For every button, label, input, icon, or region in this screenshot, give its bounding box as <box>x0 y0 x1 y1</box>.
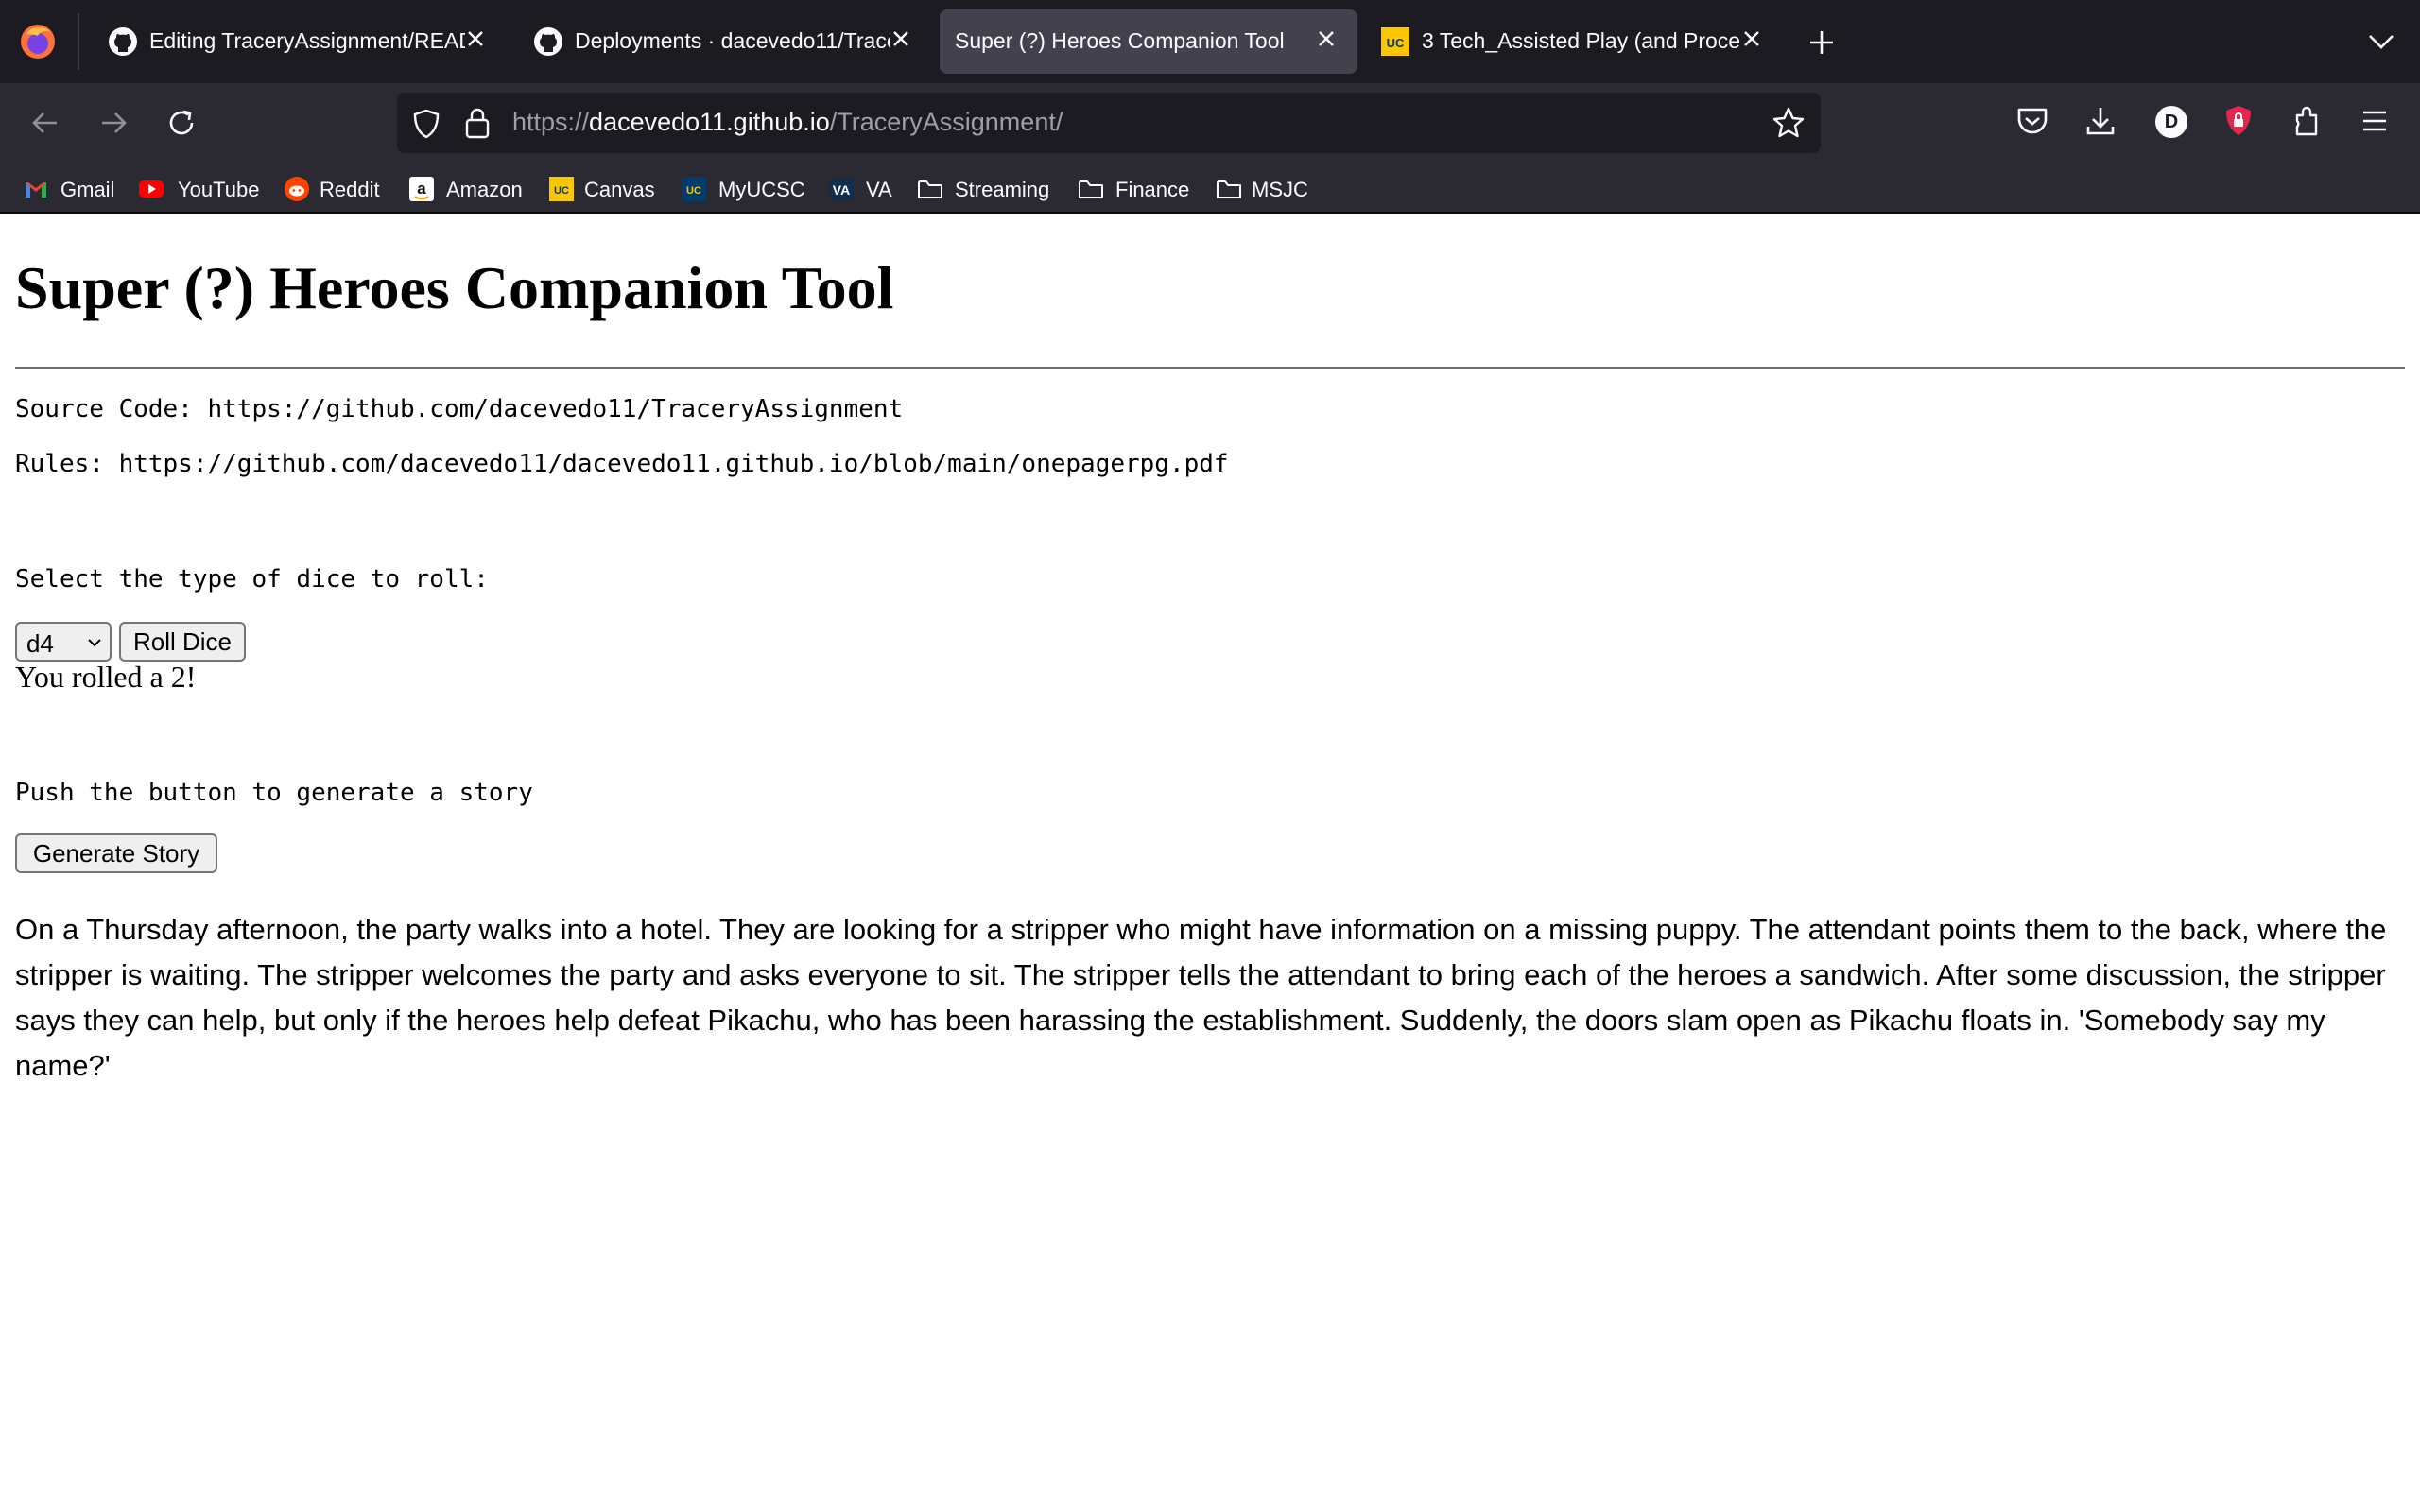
bookmark-label: Canvas <box>584 178 655 201</box>
tab-strip: Editing TraceryAssignment/README Deploym… <box>0 0 2420 83</box>
ucsc-icon: UC <box>549 177 574 201</box>
url-text[interactable]: https://dacevedo11.github.io/TraceryAssi… <box>512 108 1063 137</box>
navigation-toolbar: https://dacevedo11.github.io/TraceryAssi… <box>0 83 2420 163</box>
bookmark-label: VA <box>866 178 892 201</box>
lock-icon[interactable] <box>461 106 493 140</box>
back-arrow-icon[interactable] <box>26 104 64 142</box>
url-host: dacevedo11.github.io <box>589 108 830 136</box>
story-text: On a Thursday afternoon, the party walks… <box>15 913 2387 1082</box>
svg-text:UC: UC <box>1387 36 1405 50</box>
amazon-icon: a <box>409 177 434 201</box>
gmail-icon <box>26 182 46 198</box>
chevron-down-icon[interactable] <box>2365 28 2397 55</box>
folder-icon <box>1079 180 1103 198</box>
folder-icon <box>918 180 942 198</box>
bookmark-label: YouTube <box>178 178 260 201</box>
reload-icon[interactable] <box>163 104 200 142</box>
roll-dice-button[interactable]: Roll Dice <box>119 622 246 662</box>
url-bar[interactable]: https://dacevedo11.github.io/TraceryAssi… <box>397 93 1821 153</box>
roll-result-text: You rolled a 2! <box>15 660 197 694</box>
story-prompt: Push the button to generate a story <box>15 779 533 807</box>
bookmark-label: Finance <box>1115 178 1190 201</box>
bookmark-label: Streaming <box>955 178 1050 201</box>
youtube-icon <box>139 180 164 198</box>
svg-text:UC: UC <box>554 185 569 197</box>
menu-hamburger-icon[interactable] <box>2356 102 2394 140</box>
close-icon[interactable] <box>1737 25 1766 53</box>
chevron-down-icon <box>88 639 101 647</box>
dice-type-select[interactable]: d4 <box>15 622 112 662</box>
tab-tech-assisted-play[interactable]: UC 3 Tech_Assisted Play (and Procedural <box>1363 9 1779 74</box>
dice-select-value: d4 <box>26 629 54 658</box>
account-avatar[interactable]: D <box>2155 106 2187 138</box>
dice-prompt: Select the type of dice to roll: <box>15 565 489 593</box>
bookmarks-toolbar: Gmail YouTube Reddit a Amazon UC Canvas <box>0 163 2420 214</box>
url-scheme: https:// <box>512 108 590 136</box>
rules-text: Rules: https://github.com/dacevedo11/dac… <box>15 450 1229 478</box>
firefox-icon[interactable] <box>19 23 57 60</box>
tracking-protection-shield-icon[interactable] <box>410 108 442 140</box>
close-icon[interactable] <box>461 25 490 53</box>
tab-title: Editing TraceryAssignment/README <box>149 28 465 53</box>
github-icon <box>534 27 562 56</box>
svg-text:VA: VA <box>833 182 850 198</box>
va-icon: VA <box>829 179 854 199</box>
tab-super-heroes[interactable]: Super (?) Heroes Companion Tool <box>940 9 1357 74</box>
bookmark-label: MyUCSC <box>718 178 805 201</box>
bookmark-label: Amazon <box>446 178 523 201</box>
bookmark-star-icon[interactable] <box>1772 106 1806 140</box>
tab-separator <box>78 13 79 70</box>
url-path: /TraceryAssignment/ <box>829 108 1063 136</box>
ucsc-icon: UC <box>682 177 706 201</box>
download-icon[interactable] <box>2082 102 2119 140</box>
forward-arrow-icon[interactable] <box>95 104 132 142</box>
reddit-icon <box>285 177 309 201</box>
horizontal-rule <box>15 367 2405 369</box>
tab-editing-readme[interactable]: Editing TraceryAssignment/README <box>91 9 497 74</box>
generate-story-button[interactable]: Generate Story <box>15 833 217 873</box>
close-icon[interactable] <box>1312 25 1340 53</box>
bookmark-label: Gmail <box>60 178 115 201</box>
tab-title: Deployments · dacevedo11/TraceryAssignme… <box>575 28 890 53</box>
extension-shield-icon[interactable] <box>2220 102 2257 140</box>
svg-text:UC: UC <box>686 185 701 197</box>
new-tab-icon[interactable] <box>1806 26 1838 59</box>
ucsc-icon: UC <box>1381 27 1409 56</box>
close-icon[interactable] <box>887 25 915 53</box>
page-content: Super (?) Heroes Companion Tool Source C… <box>0 214 2420 1512</box>
bookmark-label: MSJC <box>1252 178 1308 201</box>
bookmark-label: Reddit <box>320 178 380 201</box>
folder-icon <box>1217 180 1241 198</box>
github-icon <box>109 27 137 56</box>
source-code-text: Source Code: https://github.com/dacevedo… <box>15 395 904 423</box>
page-title: Super (?) Heroes Companion Tool <box>15 254 894 321</box>
tab-title: Super (?) Heroes Companion Tool <box>955 28 1285 53</box>
tab-title: 3 Tech_Assisted Play (and Procedural <box>1422 28 1741 53</box>
pocket-icon[interactable] <box>2014 102 2051 140</box>
extensions-puzzle-icon[interactable] <box>2288 102 2325 140</box>
tab-deployments[interactable]: Deployments · dacevedo11/TraceryAssignme… <box>516 9 923 74</box>
svg-text:a: a <box>417 180 426 198</box>
